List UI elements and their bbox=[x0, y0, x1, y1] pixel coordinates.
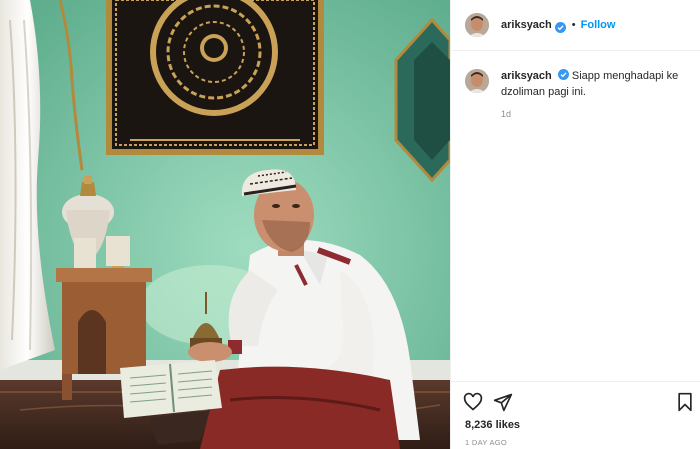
instagram-post: ariksyach • Follow ariksyach Siapp mengh… bbox=[0, 0, 700, 449]
username-link[interactable]: ariksyach bbox=[501, 19, 552, 31]
photo-illustration bbox=[0, 0, 450, 449]
follow-button[interactable]: Follow bbox=[581, 19, 616, 31]
verified-badge-icon bbox=[554, 20, 566, 33]
post-side-panel: ariksyach • Follow ariksyach Siapp mengh… bbox=[450, 0, 700, 449]
likes-count[interactable]: 8,236 likes bbox=[465, 419, 520, 431]
avatar[interactable] bbox=[465, 69, 489, 93]
post-photo[interactable] bbox=[0, 0, 450, 449]
bookmark-icon[interactable] bbox=[675, 392, 695, 412]
comment-timestamp[interactable]: 1d bbox=[501, 109, 511, 119]
avatar-image bbox=[465, 69, 489, 93]
post-actions: 8,236 likes 1 DAY AGO bbox=[451, 381, 700, 449]
caption-comment: ariksyach Siapp menghadapi ke dzoliman p… bbox=[465, 68, 691, 119]
avatar-image bbox=[465, 13, 489, 37]
heart-icon[interactable] bbox=[463, 392, 483, 412]
post-header: ariksyach • Follow bbox=[451, 0, 700, 51]
caption-username[interactable]: ariksyach bbox=[501, 70, 552, 82]
separator-dot: • bbox=[571, 19, 576, 31]
verified-badge-icon bbox=[557, 69, 569, 80]
avatar[interactable] bbox=[465, 13, 489, 37]
caption-text-block: ariksyach Siapp menghadapi ke dzoliman p… bbox=[501, 68, 691, 100]
post-timestamp[interactable]: 1 DAY AGO bbox=[465, 438, 507, 447]
wall-tapestry bbox=[106, 0, 324, 155]
paper-plane-icon[interactable] bbox=[493, 392, 513, 412]
